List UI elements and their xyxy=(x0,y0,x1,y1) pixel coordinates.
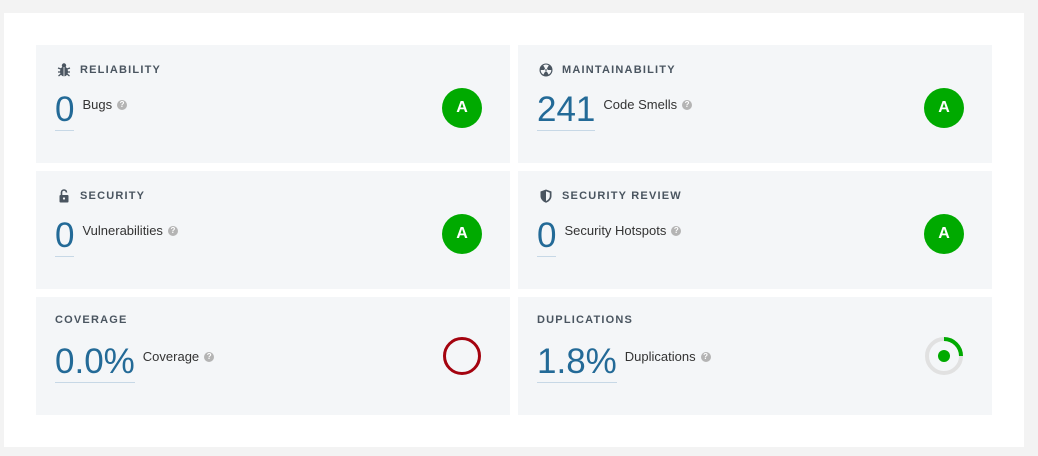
security-review-title-text: SECURITY REVIEW xyxy=(562,190,682,202)
code-smells-label-text: Code Smells xyxy=(603,97,678,112)
bugs-label-text: Bugs xyxy=(82,97,113,112)
security-hotspots-count-link[interactable]: 0 xyxy=(537,217,557,257)
coverage-title: COVERAGE xyxy=(55,314,128,326)
coverage-title-text: COVERAGE xyxy=(55,314,128,326)
maintainability-metric: 241 Code Smells ? xyxy=(537,91,693,131)
security-rating-badge[interactable]: A xyxy=(442,214,482,254)
security-metric: 0 Vulnerabilities ? xyxy=(55,217,178,257)
coverage-value-link[interactable]: 0.0% xyxy=(55,343,135,383)
duplications-label: Duplications ? xyxy=(625,349,711,364)
security-review-card: SECURITY REVIEW 0 Security Hotspots ? A xyxy=(518,171,992,289)
help-icon[interactable]: ? xyxy=(671,225,682,236)
duplications-metric: 1.8% Duplications ? xyxy=(537,343,711,383)
bugs-count-link[interactable]: 0 xyxy=(55,91,75,131)
help-icon[interactable]: ? xyxy=(167,225,178,236)
bug-icon xyxy=(56,62,72,78)
duplications-value-link[interactable]: 1.8% xyxy=(537,343,617,383)
vulnerabilities-label: Vulnerabilities ? xyxy=(82,223,178,238)
duplications-label-text: Duplications xyxy=(624,349,696,364)
security-hotspots-label-text: Security Hotspots xyxy=(564,223,667,238)
security-review-metric: 0 Security Hotspots ? xyxy=(537,217,682,257)
radiation-icon xyxy=(538,62,554,78)
vulnerabilities-label-text: Vulnerabilities xyxy=(82,223,163,238)
maintainability-title: MAINTAINABILITY xyxy=(538,62,676,78)
coverage-label: Coverage ? xyxy=(142,349,215,364)
reliability-title-text: RELIABILITY xyxy=(80,64,162,76)
reliability-rating-badge[interactable]: A xyxy=(442,88,482,128)
reliability-card: RELIABILITY 0 Bugs ? A xyxy=(36,45,510,163)
measures-panel: RELIABILITY 0 Bugs ? A MAINTAINABILITY 2… xyxy=(4,13,1024,447)
bugs-label: Bugs ? xyxy=(82,97,128,112)
duplications-card: DUPLICATIONS 1.8% Duplications ? xyxy=(518,297,992,415)
help-icon[interactable]: ? xyxy=(682,99,693,110)
coverage-card: COVERAGE 0.0% Coverage ? xyxy=(36,297,510,415)
reliability-title: RELIABILITY xyxy=(56,62,161,78)
duplications-title: DUPLICATIONS xyxy=(537,314,633,326)
shield-icon xyxy=(538,188,554,204)
vulnerabilities-count-link[interactable]: 0 xyxy=(55,217,75,257)
maintainability-rating-badge[interactable]: A xyxy=(924,88,964,128)
reliability-metric: 0 Bugs ? xyxy=(55,91,128,131)
security-title-text: SECURITY xyxy=(80,190,146,202)
security-review-rating-badge[interactable]: A xyxy=(924,214,964,254)
help-icon[interactable]: ? xyxy=(204,351,215,362)
coverage-ring-icon[interactable] xyxy=(442,336,482,376)
code-smells-count-link[interactable]: 241 xyxy=(537,91,596,131)
code-smells-label: Code Smells ? xyxy=(603,97,693,112)
maintainability-card: MAINTAINABILITY 241 Code Smells ? A xyxy=(518,45,992,163)
security-title: SECURITY xyxy=(56,188,145,204)
security-card: SECURITY 0 Vulnerabilities ? A xyxy=(36,171,510,289)
help-icon[interactable]: ? xyxy=(700,351,711,362)
security-review-title: SECURITY REVIEW xyxy=(538,188,682,204)
maintainability-title-text: MAINTAINABILITY xyxy=(562,64,676,76)
coverage-label-text: Coverage xyxy=(142,349,200,364)
help-icon[interactable]: ? xyxy=(117,99,128,110)
duplications-title-text: DUPLICATIONS xyxy=(537,314,634,326)
duplications-donut-icon[interactable] xyxy=(924,336,964,376)
unlock-icon xyxy=(56,188,72,204)
security-hotspots-label: Security Hotspots ? xyxy=(564,223,682,238)
coverage-metric: 0.0% Coverage ? xyxy=(55,343,215,383)
